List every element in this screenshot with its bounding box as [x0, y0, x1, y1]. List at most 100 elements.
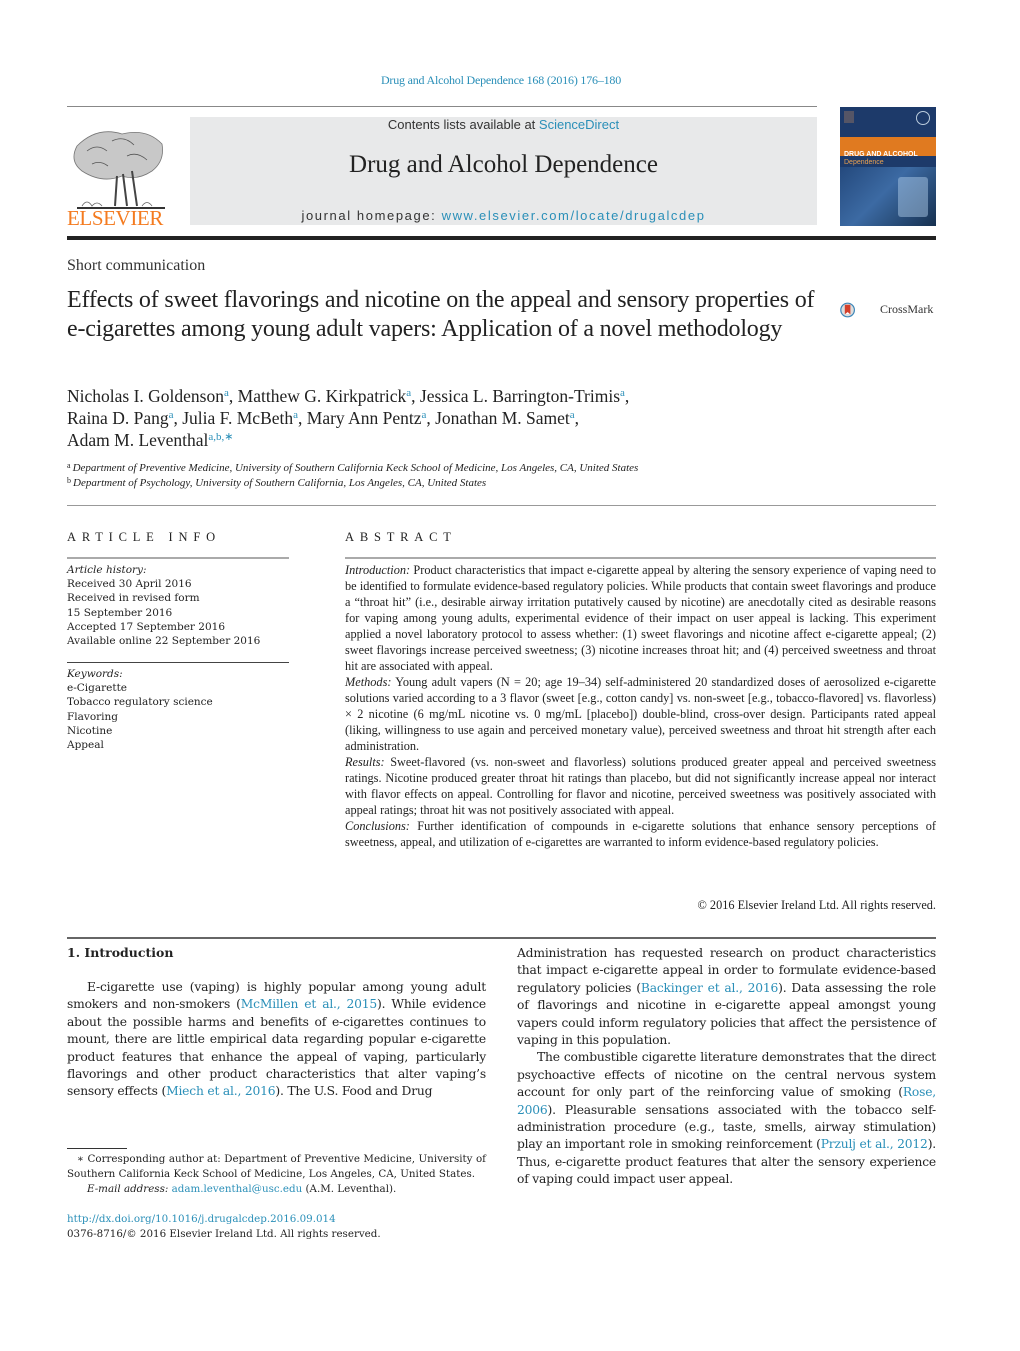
history-item: Received 30 April 2016: [67, 578, 192, 591]
abstract-heading: ABSTRACT: [345, 530, 457, 544]
contents-prefix: Contents lists available at: [387, 117, 539, 132]
keywords-divider: [67, 662, 289, 663]
paragraph-text: The combustible cigarette literature dem…: [517, 1050, 936, 1100]
affiliation-b: b Department of Psychology, University of…: [67, 476, 867, 491]
keyword: Nicotine: [67, 724, 113, 737]
cover-publisher-logo-icon: [844, 111, 854, 123]
author-name[interactable]: Jonathan M. Samet: [435, 408, 570, 428]
crossmark-icon[interactable]: [840, 291, 880, 329]
keyword: e-Cigarette: [67, 682, 128, 695]
affiliation-text: Department of Preventive Medicine, Unive…: [72, 462, 639, 474]
email-suffix: (A.M. Leventhal).: [302, 1183, 397, 1195]
journal-cover-image[interactable]: DRUG AND ALCOHOL Dependence: [840, 107, 936, 226]
corresponding-author-note: ∗ Corresponding author at: Department of…: [67, 1153, 486, 1180]
author-name[interactable]: Mary Ann Pentz: [307, 408, 422, 428]
body-divider: [67, 937, 936, 939]
abstract-methods: Methods: Young adult vapers (N = 20; age…: [345, 674, 936, 754]
cover-glass-shape: [898, 177, 928, 217]
cover-title: DRUG AND ALCOHOL: [844, 151, 918, 158]
footnote-divider: [67, 1148, 127, 1149]
history-item: Available online 22 September 2016: [67, 635, 261, 648]
author-name[interactable]: Julia F. McBeth: [182, 408, 293, 428]
history-item: Accepted 17 September 2016: [67, 620, 226, 633]
paragraph: Administration has requested research on…: [517, 945, 936, 1049]
body-column-left: E-cigarette use (vaping) is highly popul…: [67, 979, 486, 1101]
header-divider: [67, 106, 817, 107]
article-title: Effects of sweet flavorings and nicotine…: [67, 287, 815, 342]
keyword: Tobacco regulatory science: [67, 696, 213, 709]
author-name[interactable]: Nicholas I. Goldenson: [67, 386, 224, 406]
author-separator: ,: [574, 408, 580, 428]
author-separator: ,: [173, 408, 183, 428]
affiliation-a: a Department of Preventive Medicine, Univ…: [67, 461, 867, 476]
journal-masthead: Contents lists available at ScienceDirec…: [190, 117, 817, 225]
author-name[interactable]: Jessica L. Barrington-Trimis: [420, 386, 620, 406]
keywords: Keywords: e-Cigarette Tobacco regulatory…: [67, 667, 289, 752]
cover-seal-icon: [916, 111, 930, 125]
email-note: E-mail address: adam.leventhal@usc.edu (…: [67, 1182, 486, 1197]
doi-block: http://dx.doi.org/10.1016/j.drugalcdep.2…: [67, 1212, 486, 1242]
author-separator: ,: [228, 386, 238, 406]
citation-link[interactable]: Miech et al., 2016: [166, 1084, 276, 1098]
section-label: Conclusions:: [345, 819, 410, 833]
abstract-divider: [345, 557, 936, 559]
author-name[interactable]: Adam M. Leventhal: [67, 430, 208, 450]
author-separator: ,: [298, 408, 307, 428]
article-type: Short communication: [67, 257, 206, 274]
author-name[interactable]: Matthew G. Kirkpatrick: [238, 386, 407, 406]
header-thick-divider: [67, 236, 936, 240]
journal-homepage: journal homepage: www.elsevier.com/locat…: [190, 208, 817, 223]
affiliation-key: b: [67, 476, 71, 485]
contents-availability: Contents lists available at ScienceDirec…: [190, 117, 817, 132]
history-label: Article history:: [67, 564, 147, 576]
article-info-divider: [67, 557, 289, 559]
section-label: Introduction:: [345, 563, 411, 577]
paragraph-text: ). The U.S. Food and Drug: [275, 1084, 433, 1099]
section-text: Product characteristics that impact e-ci…: [345, 563, 936, 673]
citation-link[interactable]: McMillen et al., 2015: [241, 997, 377, 1011]
journal-citation-link[interactable]: Drug and Alcohol Dependence 168 (2016) 1…: [0, 73, 1002, 88]
affiliation-text: Department of Psychology, University of …: [73, 477, 487, 489]
citation-link[interactable]: Backinger et al., 2016: [641, 981, 778, 995]
section-text: Young adult vapers (N = 20; age 19–34) s…: [345, 675, 936, 753]
homepage-prefix: journal homepage:: [301, 208, 442, 223]
paragraph: The combustible cigarette literature dem…: [517, 1049, 936, 1188]
abstract-conclusions: Conclusions: Further identification of c…: [345, 818, 936, 850]
cover-subtitle: Dependence: [844, 159, 884, 166]
keyword: Flavoring: [67, 710, 119, 723]
affiliations: a Department of Preventive Medicine, Univ…: [67, 461, 867, 491]
doi-link[interactable]: http://dx.doi.org/10.1016/j.drugalcdep.2…: [67, 1212, 486, 1227]
article-info-heading: ARTICLE INFO: [67, 530, 221, 544]
affiliation-key: a: [67, 461, 71, 470]
abstract-results: Results: Sweet-flavored (vs. non-sweet a…: [345, 754, 936, 818]
sciencedirect-link[interactable]: ScienceDirect: [539, 117, 619, 132]
history-item: 15 September 2016: [67, 606, 173, 619]
abstract-copyright: © 2016 Elsevier Ireland Ltd. All rights …: [697, 898, 936, 912]
abstract-body: Introduction: Product characteristics th…: [345, 562, 936, 850]
keywords-label: Keywords:: [67, 668, 123, 680]
elsevier-wordmark[interactable]: ELSEVIER: [67, 206, 163, 231]
body-column-right: Administration has requested research on…: [517, 945, 936, 1189]
section-text: Further identification of compounds in e…: [345, 819, 936, 849]
author-name[interactable]: Raina D. Pang: [67, 408, 169, 428]
crossmark-label[interactable]: CrossMark: [880, 302, 933, 317]
journal-homepage-link[interactable]: www.elsevier.com/locate/drugalcdep: [442, 208, 706, 223]
footnotes: ∗ Corresponding author at: Department of…: [67, 1152, 486, 1197]
journal-title: Drug and Alcohol Dependence: [349, 151, 658, 178]
author-list: Nicholas I. Goldensona, Matthew G. Kirkp…: [67, 385, 827, 451]
author-separator: ,: [624, 386, 630, 406]
history-item: Received in revised form: [67, 592, 200, 605]
keyword: Appeal: [67, 739, 104, 752]
email-link[interactable]: adam.leventhal@usc.edu: [172, 1183, 303, 1195]
email-label: E-mail address:: [87, 1183, 169, 1195]
author-separator: ,: [426, 408, 436, 428]
abstract-introduction: Introduction: Product characteristics th…: [345, 562, 936, 674]
citation-link[interactable]: Przulj et al., 2012: [821, 1137, 928, 1151]
author-separator: ,: [411, 386, 420, 406]
section-label: Results:: [345, 755, 385, 769]
article-history: Article history: Received 30 April 2016 …: [67, 563, 289, 648]
section-label: Methods:: [345, 675, 392, 689]
author-affiliation-marker[interactable]: a,b,∗: [208, 431, 233, 443]
issn-copyright: 0376-8716/© 2016 Elsevier Ireland Ltd. A…: [67, 1228, 381, 1240]
section-heading-introduction: 1. Introduction: [67, 945, 174, 960]
